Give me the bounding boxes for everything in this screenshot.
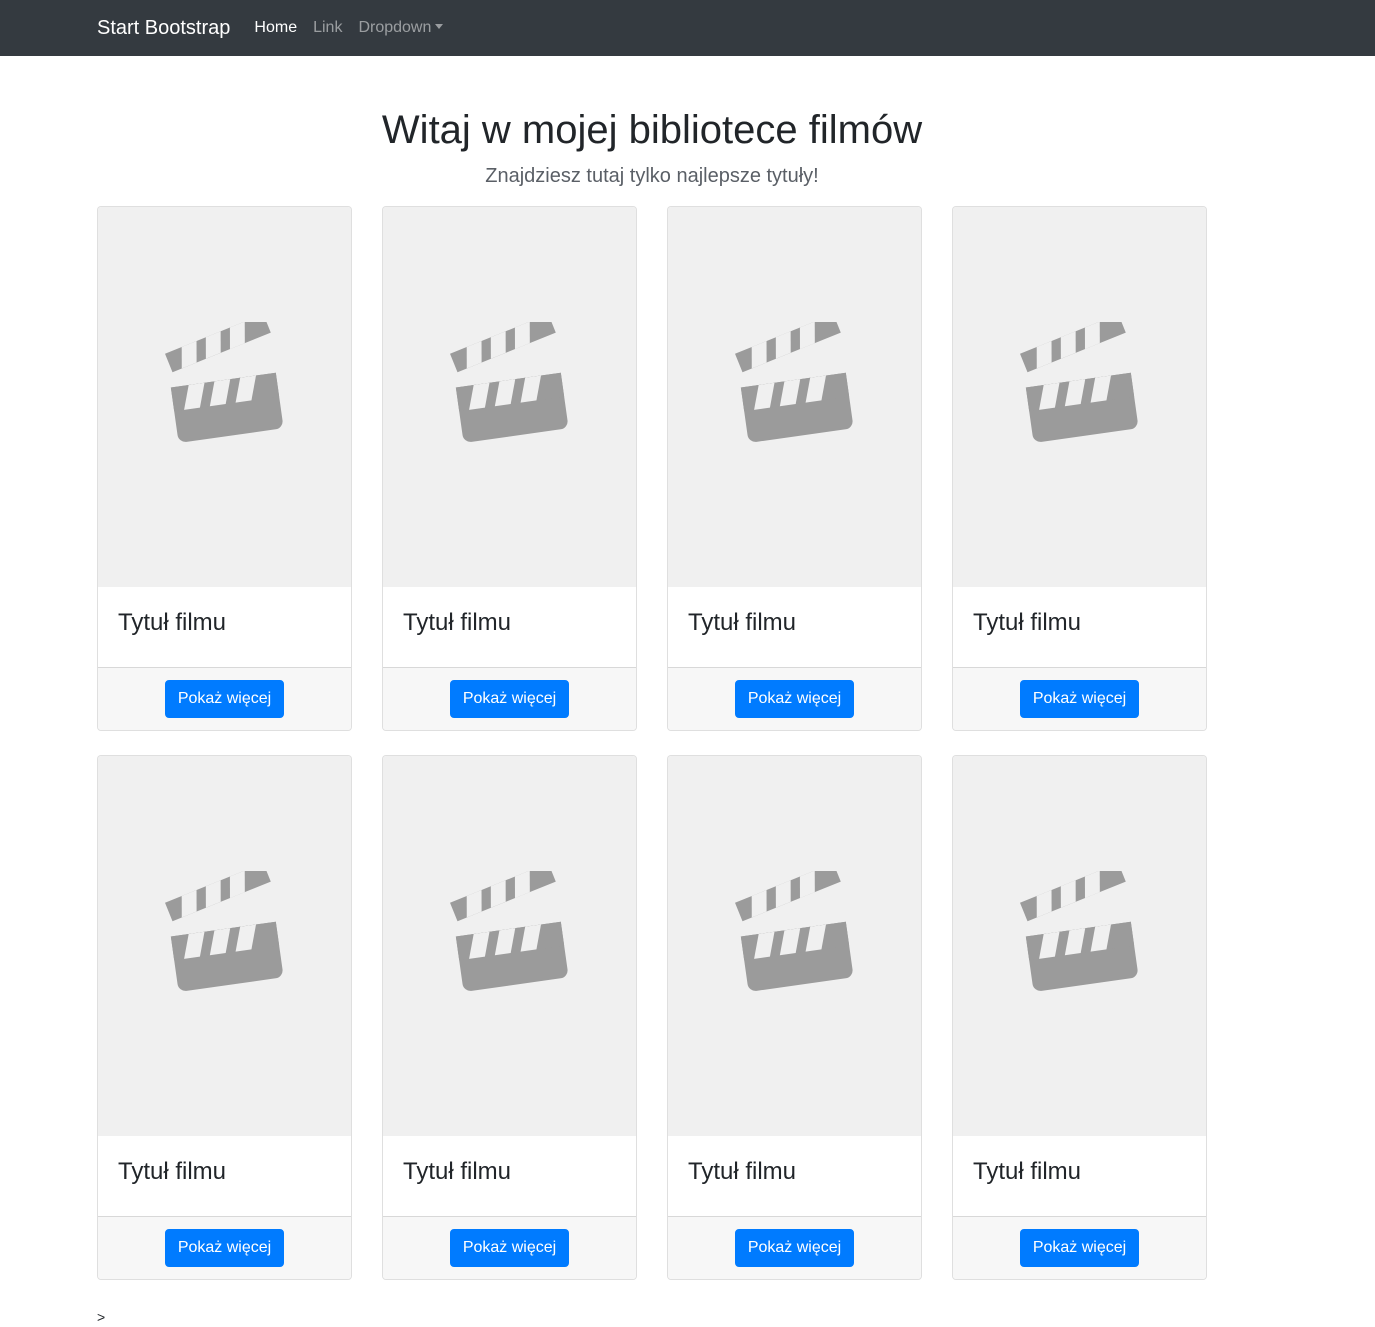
show-more-button[interactable]: Pokaż więcej: [734, 1229, 855, 1267]
top-navbar: Start Bootstrap Home Link Dropdown: [0, 0, 1375, 56]
nav-dropdown-label: Dropdown: [358, 19, 432, 36]
movie-title: Tytuł filmu: [973, 1158, 1082, 1185]
clapperboard-icon: [1019, 322, 1138, 442]
movie-title: Tytuł filmu: [403, 609, 512, 636]
movie-poster-placeholder: [98, 207, 351, 587]
movie-card: Tytuł filmu Pokaż więcej: [382, 755, 637, 1280]
show-more-button[interactable]: Pokaż więcej: [164, 1229, 285, 1267]
movie-card: Tytuł filmu Pokaż więcej: [97, 206, 352, 731]
show-more-button[interactable]: Pokaż więcej: [449, 680, 570, 718]
movie-poster-placeholder: [953, 756, 1206, 1136]
movie-card: Tytuł filmu Pokaż więcej: [382, 206, 637, 731]
clapperboard-icon: [734, 322, 853, 442]
movie-card-footer: Pokaż więcej: [383, 667, 636, 730]
clapperboard-icon: [1019, 871, 1138, 991]
page-title: Witaj w mojej bibliotece filmów: [381, 108, 923, 152]
movie-title: Tytuł filmu: [118, 1158, 227, 1185]
movie-card: Tytuł filmu Pokaż więcej: [97, 755, 352, 1280]
show-more-button[interactable]: Pokaż więcej: [734, 680, 855, 718]
clapperboard-icon: [164, 871, 283, 991]
show-more-button[interactable]: Pokaż więcej: [1019, 680, 1140, 718]
movie-title: Tytuł filmu: [688, 609, 797, 636]
clapperboard-icon: [449, 871, 568, 991]
movie-card-footer: Pokaż więcej: [953, 1216, 1206, 1279]
nav-link-home[interactable]: Home: [254, 19, 297, 37]
caret-down-icon: [435, 24, 444, 29]
navbar-content: Start Bootstrap Home Link Dropdown: [97, 0, 459, 56]
movie-card-footer: Pokaż więcej: [668, 1216, 921, 1279]
nav-link-link[interactable]: Link: [313, 19, 342, 37]
movie-poster-placeholder: [953, 207, 1206, 587]
movie-card-body: Tytuł filmu: [953, 587, 1206, 667]
movie-poster-placeholder: [98, 756, 351, 1136]
page-subtitle: Znajdziesz tutaj tylko najlepsze tytuły!: [485, 165, 819, 187]
movie-poster-placeholder: [383, 207, 636, 587]
movie-card-footer: Pokaż więcej: [98, 1216, 351, 1279]
movie-poster-placeholder: [668, 207, 921, 587]
show-more-button[interactable]: Pokaż więcej: [449, 1229, 570, 1267]
movie-card-body: Tytuł filmu: [383, 1136, 636, 1216]
movie-title: Tytuł filmu: [118, 609, 227, 636]
movie-card-body: Tytuł filmu: [383, 587, 636, 667]
movie-card-body: Tytuł filmu: [953, 1136, 1206, 1216]
movie-card-footer: Pokaż więcej: [668, 667, 921, 730]
clapperboard-icon: [164, 322, 283, 442]
movie-title: Tytuł filmu: [973, 609, 1082, 636]
movie-card-footer: Pokaż więcej: [953, 667, 1206, 730]
nav-dropdown[interactable]: Dropdown: [358, 19, 444, 37]
movie-card: Tytuł filmu Pokaż więcej: [667, 755, 922, 1280]
movie-card: Tytuł filmu Pokaż więcej: [952, 755, 1207, 1280]
footer-text: >: [97, 1309, 106, 1325]
navbar-brand[interactable]: Start Bootstrap: [97, 17, 230, 40]
clapperboard-icon: [734, 871, 853, 991]
movie-poster-placeholder: [383, 756, 636, 1136]
movie-card: Tytuł filmu Pokaż więcej: [952, 206, 1207, 731]
movie-card-body: Tytuł filmu: [668, 587, 921, 667]
movie-card-footer: Pokaż więcej: [98, 667, 351, 730]
show-more-button[interactable]: Pokaż więcej: [164, 680, 285, 718]
movie-card-body: Tytuł filmu: [668, 1136, 921, 1216]
movie-poster-placeholder: [668, 756, 921, 1136]
show-more-button[interactable]: Pokaż więcej: [1019, 1229, 1140, 1267]
movie-card-body: Tytuł filmu: [98, 1136, 351, 1216]
movie-title: Tytuł filmu: [403, 1158, 512, 1185]
clapperboard-icon: [449, 322, 568, 442]
movie-title: Tytuł filmu: [688, 1158, 797, 1185]
movie-card-footer: Pokaż więcej: [383, 1216, 636, 1279]
hero-section: Witaj w mojej bibliotece filmów Znajdzie…: [0, 104, 1304, 188]
movie-card-grid: Tytuł filmu Pokaż więcej Tytuł filmu Pok…: [97, 206, 1207, 1280]
movie-card: Tytuł filmu Pokaż więcej: [667, 206, 922, 731]
movie-card-body: Tytuł filmu: [98, 587, 351, 667]
